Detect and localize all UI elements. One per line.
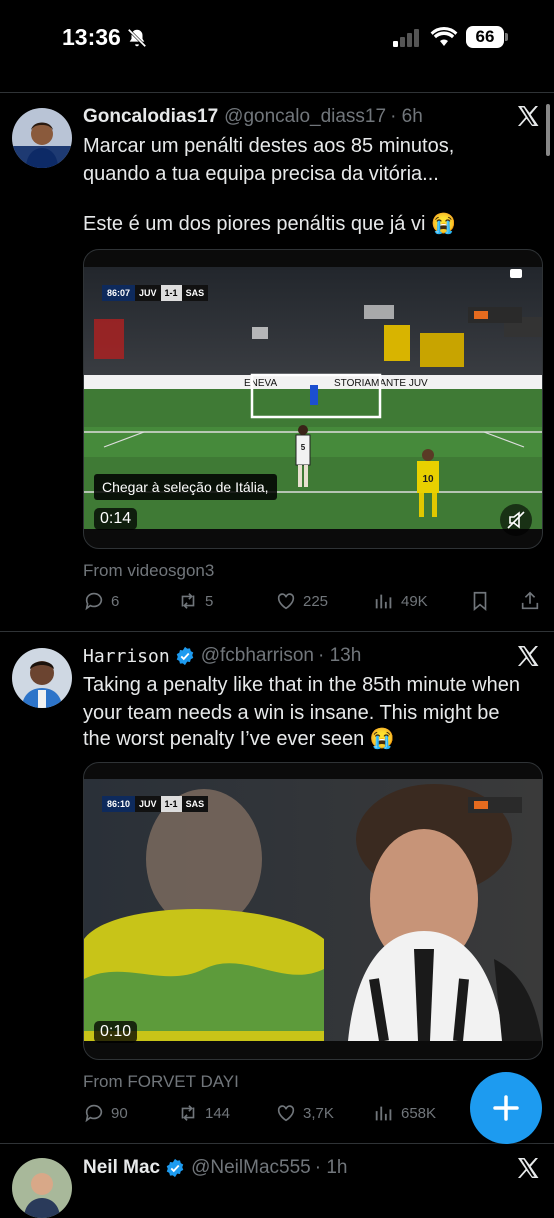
like-icon xyxy=(277,593,295,610)
tweet-text-line: Marcar um penálti destes aos 85 minutos, xyxy=(83,135,455,157)
user-handle[interactable]: @fcbharrison xyxy=(201,645,314,667)
reply-count: 90 xyxy=(111,1104,128,1122)
bookmark-button[interactable] xyxy=(469,590,497,612)
match-clock: 86:07 xyxy=(102,285,136,301)
repost-icon xyxy=(181,1105,195,1121)
away-team: SAS xyxy=(181,796,209,812)
tweet-age: · 13h xyxy=(317,645,362,666)
match-score: 1-1 xyxy=(160,285,182,301)
battery-indicator: 66 xyxy=(466,26,504,48)
avatar[interactable] xyxy=(12,108,72,168)
video-source[interactable]: From videosgon3 xyxy=(83,561,214,581)
avatar[interactable] xyxy=(12,648,72,708)
reply-icon xyxy=(85,592,103,611)
jersey-number: 10 xyxy=(422,474,434,485)
video-duration: 0:14 xyxy=(94,508,138,530)
battery-tip xyxy=(505,33,508,41)
video-player[interactable]: 86:10 JUV 1-1 SAS 0:10 xyxy=(83,762,543,1060)
like-count: 3,7K xyxy=(303,1104,334,1122)
avatar[interactable] xyxy=(12,1158,72,1218)
signal-icon xyxy=(393,29,419,47)
share-icon xyxy=(521,591,539,610)
reply-icon xyxy=(85,1104,103,1123)
views-count: 49K xyxy=(401,592,428,610)
user-handle[interactable]: @goncalo_diass17 xyxy=(224,106,386,128)
like-icon xyxy=(277,1105,295,1122)
scorebug: 86:07 JUV 1-1 SAS xyxy=(102,285,209,301)
views-count: 658K xyxy=(401,1104,437,1122)
video-caption: Chegar à seleção de Itália, xyxy=(94,474,277,500)
compose-button[interactable] xyxy=(470,1072,542,1144)
views-button[interactable]: 658K xyxy=(373,1102,436,1124)
jersey-number: 5 xyxy=(301,443,306,452)
reply-button[interactable]: 90 xyxy=(83,1102,128,1124)
tweet-text-line: the worst penalty I’ve ever seen 😭 xyxy=(83,728,395,750)
views-button[interactable]: 49K xyxy=(373,590,428,612)
repost-count: 5 xyxy=(205,592,214,610)
repost-button[interactable]: 5 xyxy=(177,590,213,612)
tweet-age: · 6h xyxy=(390,106,423,127)
tweet-text-line: your team needs a win is insane. This mi… xyxy=(83,702,500,724)
display-name[interactable]: Goncalodias17 xyxy=(83,106,218,128)
user-handle[interactable]: @NeilMac555 xyxy=(191,1157,311,1179)
status-time: 13:36 xyxy=(62,24,121,50)
video-source[interactable]: From FORVET DAYI xyxy=(83,1072,239,1092)
away-team: SAS xyxy=(181,285,209,301)
tweet-header: Goncalodias17 @goncalo_diass17 · 6h xyxy=(83,103,423,131)
display-name[interactable]: Harrison xyxy=(83,646,170,667)
mute-icon xyxy=(507,511,525,529)
tweet-header: Neil Mac @NeilMac555 · 1h xyxy=(83,1154,347,1182)
video-player[interactable]: ENEVA STORIAMANTE JUV 5 10 86:07 JUV 1-1… xyxy=(83,249,543,549)
views-icon xyxy=(375,1106,392,1121)
x-logo-icon[interactable] xyxy=(516,104,540,128)
repost-icon xyxy=(181,593,195,609)
wifi-icon xyxy=(430,26,458,46)
repost-button[interactable]: 144 xyxy=(177,1102,230,1124)
mute-button[interactable] xyxy=(500,504,532,536)
divider xyxy=(0,631,554,632)
tweet-actions: 6 5 225 49K xyxy=(83,590,543,616)
home-team: JUV xyxy=(135,285,161,301)
like-button[interactable]: 3,7K xyxy=(275,1102,334,1124)
scorebug: 86:10 JUV 1-1 SAS xyxy=(102,796,209,812)
like-button[interactable]: 225 xyxy=(275,590,328,612)
display-name[interactable]: Neil Mac xyxy=(83,1157,160,1179)
match-score: 1-1 xyxy=(160,796,182,812)
reply-button[interactable]: 6 xyxy=(83,590,119,612)
divider xyxy=(0,92,554,93)
video-duration: 0:10 xyxy=(94,1021,138,1043)
repost-count: 144 xyxy=(205,1104,231,1122)
compose-plus-icon xyxy=(493,1095,519,1121)
tweet-text-line: Este é um dos piores penáltis que já vi … xyxy=(83,213,456,235)
x-logo-icon[interactable] xyxy=(516,1156,540,1180)
verified-badge-icon xyxy=(166,1158,184,1178)
status-bar: 13:36 66 xyxy=(0,0,554,80)
home-team: JUV xyxy=(135,796,161,812)
bookmark-icon xyxy=(473,591,487,612)
tweet-text-line: Taking a penalty like that in the 85th m… xyxy=(83,674,520,696)
tweet-age: · 1h xyxy=(314,1157,348,1178)
tweet-text-line: quando a tua equipa precisa da vitória..… xyxy=(83,163,439,185)
tweet-header: Harrison @fcbharrison · 13h xyxy=(83,642,361,670)
bell-slash-icon xyxy=(127,28,147,48)
views-icon xyxy=(375,594,392,609)
like-count: 225 xyxy=(303,592,329,610)
x-logo-icon[interactable] xyxy=(516,644,540,668)
banner-text: ENEVA xyxy=(244,378,277,389)
share-button[interactable] xyxy=(519,590,547,612)
match-clock: 86:10 xyxy=(102,796,136,812)
cc-icon[interactable] xyxy=(510,269,522,278)
verified-badge-icon xyxy=(176,646,193,666)
reply-count: 6 xyxy=(111,592,120,610)
